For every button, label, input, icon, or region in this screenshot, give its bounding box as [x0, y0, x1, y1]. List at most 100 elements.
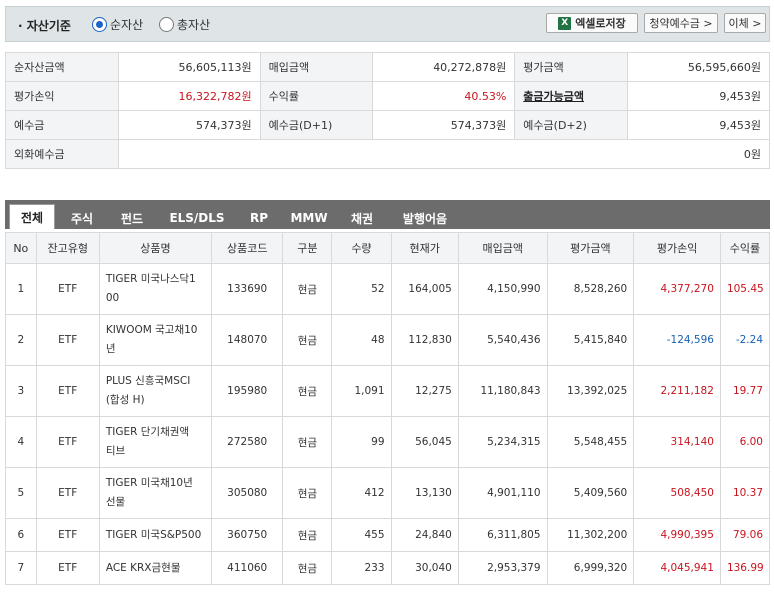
row-balance-type: ETF	[35, 365, 100, 417]
tab-els-dls[interactable]: ELS/DLS	[159, 207, 235, 229]
row-valuation-amount: 5,415,840	[546, 314, 635, 366]
tab-stock[interactable]: 주식	[59, 207, 105, 229]
row-product-name: TIGER 미국S&P500	[98, 518, 213, 552]
row-no: 7	[5, 551, 37, 585]
purchase-label: 매입금액	[259, 52, 374, 82]
row-no: 2	[5, 314, 37, 366]
header-balance-type: 잔고유형	[35, 232, 100, 264]
row-return: 19.77	[719, 365, 771, 417]
table-row[interactable]: 1 ETF TIGER 미국나스닥1 00 133690 현금 52 164,005 4,15…	[5, 263, 771, 315]
row-return: 6.00	[719, 416, 771, 468]
deposit-label: 예수금	[5, 110, 119, 140]
transfer-button[interactable]: 이체 >	[724, 13, 766, 33]
row-pnl: 2,211,182	[633, 365, 721, 417]
row-return: 136.99	[719, 551, 771, 585]
row-no: 1	[5, 263, 37, 315]
table-row[interactable]: 6 ETF TIGER 미국S&P500 360750 현금 455 24,840 6,311…	[5, 518, 771, 552]
row-product-name: TIGER 미국나스닥1 00	[98, 263, 213, 315]
row-product-name: TIGER 미국채10년 선물	[98, 467, 213, 519]
row-purchase-amount: 5,540,436	[457, 314, 548, 366]
row-balance-type: ETF	[35, 263, 100, 315]
radio-unselected-icon	[159, 17, 174, 32]
row-quantity: 52	[331, 263, 392, 315]
row-balance-type: ETF	[35, 314, 100, 366]
row-product-code: 360750	[211, 518, 284, 552]
table-row[interactable]: 5 ETF TIGER 미국채10년 선물 305080 현금 412 13,130 4,90…	[5, 467, 771, 519]
table-row[interactable]: 3 ETF PLUS 신흥국MSCI (합성 H) 195980 현금 1,091 12,2…	[5, 365, 771, 417]
asset-basis-bar: · 자산기준 순자산 총자산 X 엑셀로저장 청약예수금 > 이체 >	[5, 6, 770, 42]
radio-net-assets[interactable]: 순자산	[92, 16, 143, 33]
row-balance-type: ETF	[35, 518, 100, 552]
header-valuation-amount: 평가금액	[546, 232, 635, 264]
row-balance-type: ETF	[35, 467, 100, 519]
deposit-d1-label: 예수금(D+1)	[259, 110, 374, 140]
row-purchase-amount: 6,311,805	[457, 518, 548, 552]
deposit-value: 574,373원	[117, 110, 261, 140]
valuation-label: 평가금액	[514, 52, 629, 82]
row-current-price: 164,005	[390, 263, 459, 315]
return-value: 40.53%	[372, 81, 516, 111]
row-product-name: KIWOOM 국고채10 년	[98, 314, 213, 366]
header-no: No	[5, 232, 37, 264]
purchase-value: 40,272,878원	[372, 52, 516, 82]
deposit-d2-value: 9,453원	[627, 110, 770, 140]
row-valuation-amount: 6,999,320	[546, 551, 635, 585]
row-no: 4	[5, 416, 37, 468]
row-pnl: 314,140	[633, 416, 721, 468]
net-assets-label: 순자산금액	[5, 52, 119, 82]
row-product-code: 272580	[211, 416, 284, 468]
tab-rp[interactable]: RP	[239, 207, 279, 229]
row-current-price: 30,040	[390, 551, 459, 585]
tab-mmw[interactable]: MMW	[283, 207, 335, 229]
row-return: -2.24	[719, 314, 771, 366]
tab-fund[interactable]: 펀드	[109, 207, 155, 229]
excel-save-button[interactable]: X 엑셀로저장	[546, 13, 638, 33]
pnl-value: 16,322,782원	[117, 81, 261, 111]
return-label: 수익률	[259, 81, 374, 111]
radio-selected-icon	[92, 17, 107, 32]
radio-total-assets[interactable]: 총자산	[159, 16, 210, 33]
deposit-d1-value: 574,373원	[372, 110, 516, 140]
row-quantity: 99	[331, 416, 392, 468]
table-row[interactable]: 4 ETF TIGER 단기채권액 티브 272580 현금 99 56,045 5,234,…	[5, 416, 771, 468]
header-kind: 구분	[282, 232, 333, 264]
row-quantity: 412	[331, 467, 392, 519]
header-product-name: 상품명	[98, 232, 213, 264]
row-valuation-amount: 5,409,560	[546, 467, 635, 519]
table-row[interactable]: 7 ETF ACE KRX금현물 411060 현금 233 30,040 2,953,379…	[5, 551, 771, 585]
row-quantity: 455	[331, 518, 392, 552]
tab-all[interactable]: 전체	[9, 204, 55, 229]
holdings-table: No 잔고유형 상품명 상품코드 구분 수량 현재가 매입금액 평가금액 평가손…	[5, 232, 771, 585]
row-return: 10.37	[719, 467, 771, 519]
fx-deposit-value: 0원	[117, 139, 771, 169]
table-header-row: No 잔고유형 상품명 상품코드 구분 수량 현재가 매입금액 평가금액 평가손…	[5, 232, 771, 264]
header-current-price: 현재가	[390, 232, 459, 264]
subscription-deposit-button[interactable]: 청약예수금 >	[644, 13, 718, 33]
summary-table: 순자산금액 56,605,113원 매입금액 40,272,878원 평가금액 …	[5, 52, 771, 169]
row-product-name: PLUS 신흥국MSCI (합성 H)	[98, 365, 213, 417]
row-product-code: 133690	[211, 263, 284, 315]
withdrawable-value: 9,453원	[627, 81, 770, 111]
header-return: 수익률	[719, 232, 771, 264]
row-no: 5	[5, 467, 37, 519]
row-kind: 현금	[282, 263, 333, 315]
asset-basis-label: · 자산기준	[18, 19, 71, 33]
row-return: 105.45	[719, 263, 771, 315]
header-quantity: 수량	[331, 232, 392, 264]
row-product-code: 195980	[211, 365, 284, 417]
table-row[interactable]: 2 ETF KIWOOM 국고채10 년 148070 현금 48 112,830 5,540…	[5, 314, 771, 366]
row-valuation-amount: 8,528,260	[546, 263, 635, 315]
header-purchase-amount: 매입금액	[457, 232, 548, 264]
row-pnl: 4,377,270	[633, 263, 721, 315]
row-quantity: 1,091	[331, 365, 392, 417]
withdrawable-link[interactable]: 출금가능금액	[523, 90, 584, 103]
row-valuation-amount: 11,302,200	[546, 518, 635, 552]
row-product-name: ACE KRX금현물	[98, 551, 213, 585]
row-current-price: 24,840	[390, 518, 459, 552]
header-product-code: 상품코드	[211, 232, 284, 264]
row-product-name: TIGER 단기채권액 티브	[98, 416, 213, 468]
row-current-price: 56,045	[390, 416, 459, 468]
tab-issued-note[interactable]: 발행어음	[389, 207, 461, 229]
fx-deposit-label: 외화예수금	[5, 139, 119, 169]
tab-bond[interactable]: 채권	[339, 207, 385, 229]
